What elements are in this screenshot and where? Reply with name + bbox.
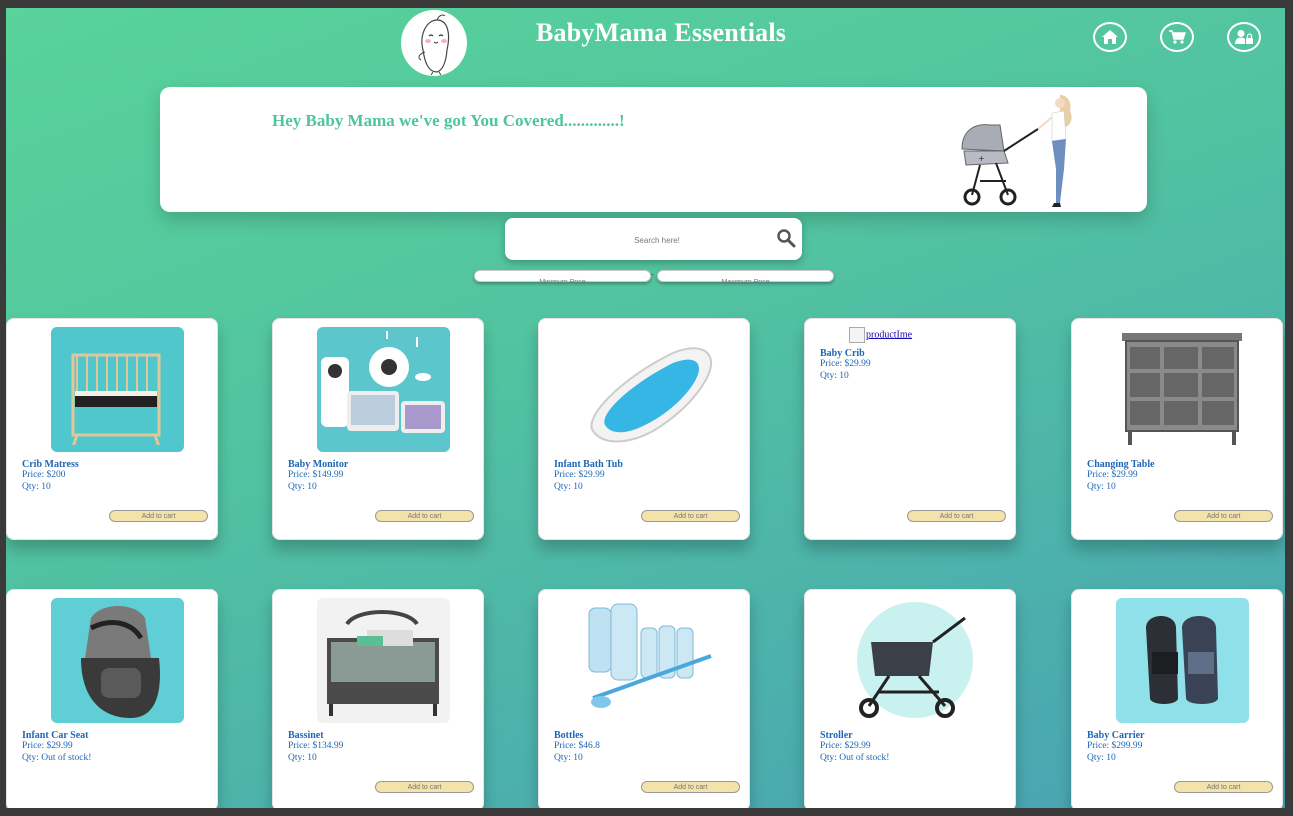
cart-icon [1169, 30, 1186, 44]
site-title: BabyMama Essentials [536, 18, 787, 47]
product-card: Stroller Price: $29.99 Qty: Out of stock… [804, 589, 1016, 808]
product-image[interactable] [1116, 327, 1249, 452]
product-qty: Qty: 10 [288, 753, 317, 763]
product-price: Price: $299.99 [1087, 741, 1143, 751]
add-to-cart-button[interactable]: Add to cart [109, 510, 208, 522]
product-qty: Qty: 10 [288, 482, 317, 492]
search-icon[interactable] [776, 228, 796, 253]
broken-image-icon [849, 327, 865, 343]
product-name: Changing Table [1087, 459, 1155, 470]
logo[interactable] [401, 10, 467, 76]
product-qty: Qty: 10 [22, 482, 51, 492]
mother-stroller-illustration: + [960, 91, 1080, 214]
product-price: Price: $149.99 [288, 470, 344, 480]
svg-text:+: + [978, 154, 985, 163]
cart-button[interactable] [1160, 22, 1194, 52]
home-button[interactable] [1093, 22, 1127, 52]
product-price: Price: $200 [22, 470, 66, 480]
product-qty: Qty: 10 [554, 482, 583, 492]
home-icon [1102, 30, 1118, 44]
product-name: Infant Car Seat [22, 730, 89, 741]
product-name: Bassinet [288, 730, 324, 741]
product-qty: Qty: 10 [820, 371, 849, 381]
min-price-input[interactable] [475, 277, 650, 288]
product-qty: Qty: Out of stock! [22, 753, 92, 763]
product-image[interactable] [583, 327, 716, 452]
product-card: Baby Monitor Price: $149.99 Qty: 10 Add … [272, 318, 484, 540]
product-price: Price: $134.99 [288, 741, 344, 751]
search-box [505, 218, 802, 260]
product-name: Baby Monitor [288, 459, 349, 470]
product-price: Price: $29.99 [820, 359, 871, 369]
hero-banner: Hey Baby Mama we've got You Covered.....… [160, 87, 1147, 212]
product-card: Bassinet Price: $134.99 Qty: 10 Add to c… [272, 589, 484, 808]
product-name: Crib Matress [22, 459, 79, 470]
product-name: Baby Carrier [1087, 730, 1145, 741]
search-input[interactable] [525, 230, 789, 250]
product-image[interactable] [51, 327, 184, 452]
product-image[interactable] [51, 598, 184, 723]
page-frame: BabyMama Essentials Hey Baby Mama we've … [6, 8, 1285, 808]
product-card: Baby Carrier Price: $299.99 Qty: 10 Add … [1071, 589, 1283, 808]
product-card: Infant Car Seat Price: $29.99 Qty: Out o… [6, 589, 218, 808]
add-to-cart-button[interactable]: Add to cart [907, 510, 1006, 522]
product-card: Bottles Price: $46.8 Qty: 10 Add to cart [538, 589, 750, 808]
product-qty: Qty: Out of stock! [820, 753, 890, 763]
product-price: Price: $46.8 [554, 741, 600, 751]
max-price-field [657, 270, 834, 288]
max-price-input[interactable] [658, 277, 833, 288]
broken-image-alt: productIme [866, 329, 913, 341]
product-card: productIme Baby Crib Price: $29.99 Qty: … [804, 318, 1016, 540]
add-to-cart-button[interactable]: Add to cart [1174, 781, 1273, 793]
add-to-cart-button[interactable]: Add to cart [641, 781, 740, 793]
product-image[interactable] [317, 327, 450, 452]
product-qty: Qty: 10 [1087, 482, 1116, 492]
product-card: Crib Matress Price: $200 Qty: 10 Add to … [6, 318, 218, 540]
broken-product-image[interactable]: productIme [849, 327, 912, 343]
add-to-cart-button[interactable]: Add to cart [375, 510, 474, 522]
product-price: Price: $29.99 [820, 741, 871, 751]
product-image[interactable] [583, 598, 716, 723]
price-separator: - [651, 270, 654, 279]
product-price: Price: $29.99 [1087, 470, 1138, 480]
add-to-cart-button[interactable]: Add to cart [1174, 510, 1273, 522]
product-qty: Qty: 10 [1087, 753, 1116, 763]
product-name: Infant Bath Tub [554, 459, 623, 470]
product-price: Price: $29.99 [22, 741, 73, 751]
product-image[interactable] [849, 598, 982, 723]
product-name: Bottles [554, 730, 584, 741]
product-image[interactable] [1116, 598, 1249, 723]
product-name: Baby Crib [820, 348, 865, 359]
user-lock-icon [1235, 30, 1253, 44]
add-to-cart-button[interactable]: Add to cart [375, 781, 474, 793]
product-name: Stroller [820, 730, 853, 741]
min-price-field [474, 270, 651, 288]
product-qty: Qty: 10 [554, 753, 583, 763]
product-image[interactable] [317, 598, 450, 723]
add-to-cart-button[interactable]: Add to cart [641, 510, 740, 522]
account-button[interactable] [1227, 22, 1261, 52]
product-price: Price: $29.99 [554, 470, 605, 480]
product-card: Changing Table Price: $29.99 Qty: 10 Add… [1071, 318, 1283, 540]
product-card: Infant Bath Tub Price: $29.99 Qty: 10 Ad… [538, 318, 750, 540]
banner-text: Hey Baby Mama we've got You Covered.....… [272, 111, 625, 130]
